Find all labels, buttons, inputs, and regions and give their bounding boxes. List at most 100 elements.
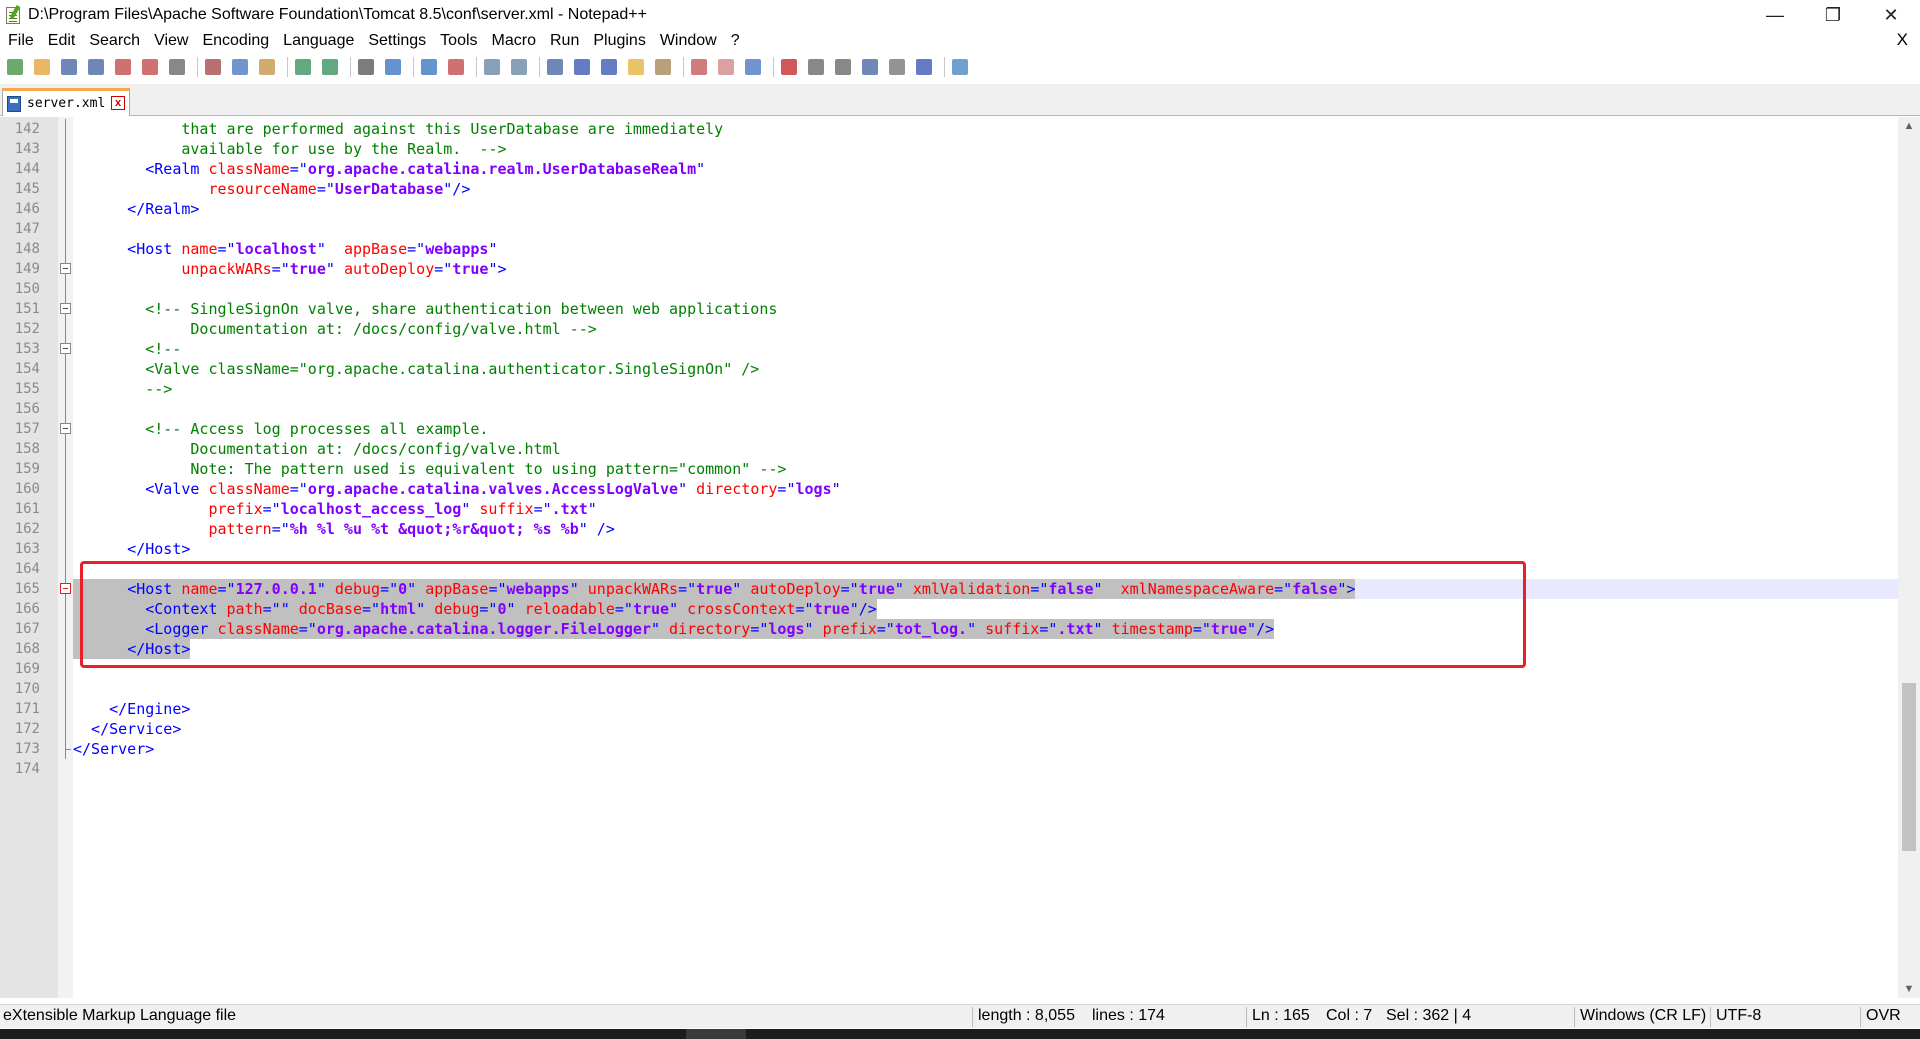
status-divider [972, 1007, 973, 1027]
menu-encoding[interactable]: Encoding [194, 32, 275, 50]
scrollbar-thumb[interactable] [1902, 683, 1916, 851]
menu-run[interactable]: Run [542, 32, 585, 50]
run-macro-multiple-icon[interactable] [859, 56, 881, 78]
status-eol[interactable]: Windows (CR LF) [1580, 1007, 1706, 1025]
code-line[interactable]: 162 pattern="%h %l %u %t &quot;%r&quot; … [0, 519, 1898, 539]
restore-button[interactable]: ❐ [1804, 0, 1862, 30]
code-line[interactable]: 156 [0, 399, 1898, 419]
code-token: org.apache.catalina.valves.AccessLogValv… [307, 480, 679, 498]
zoom-out-icon[interactable] [445, 56, 467, 78]
code-text: </Engine> [73, 699, 190, 719]
tab-server-xml[interactable]: server.xml x [2, 88, 130, 116]
status-insert-mode[interactable]: OVR [1866, 1007, 1901, 1025]
code-line[interactable]: 146 </Realm> [0, 199, 1898, 219]
redo-icon[interactable] [319, 56, 341, 78]
menu-plugins[interactable]: Plugins [585, 32, 651, 50]
spell-next-icon[interactable] [949, 56, 971, 78]
menu-macro[interactable]: Macro [484, 32, 542, 50]
code-line[interactable]: 153 <!-- [0, 339, 1898, 359]
print-icon[interactable] [166, 56, 188, 78]
sync-horizontal-icon[interactable] [508, 56, 530, 78]
code-line[interactable]: 174 [0, 759, 1898, 779]
close-icon[interactable] [112, 56, 134, 78]
menu-settings[interactable]: Settings [360, 32, 432, 50]
code-line[interactable]: 143 available for use by the Realm. --> [0, 139, 1898, 159]
code-line[interactable]: 151 <!-- SingleSignOn valve, share authe… [0, 299, 1898, 319]
replace-icon[interactable] [382, 56, 404, 78]
menu-view[interactable]: View [146, 32, 194, 50]
code-line[interactable]: 144 <Realm className="org.apache.catalin… [0, 159, 1898, 179]
code-line[interactable]: 170 [0, 679, 1898, 699]
word-wrap-icon[interactable] [544, 56, 566, 78]
code-line[interactable]: 149 unpackWARs="true" autoDeploy="true"> [0, 259, 1898, 279]
vertical-scrollbar[interactable]: ▲ ▼ [1898, 117, 1920, 998]
user-lang-icon[interactable] [625, 56, 647, 78]
open-file-icon[interactable] [31, 56, 53, 78]
editor-area[interactable]: 142 that are performed against this User… [0, 117, 1898, 998]
close-document-button[interactable]: X [1897, 30, 1908, 50]
stop-macro-icon[interactable] [805, 56, 827, 78]
close-window-button[interactable]: ✕ [1862, 0, 1920, 30]
code-line[interactable]: 155 --> [0, 379, 1898, 399]
code-line[interactable]: 160 <Valve className="org.apache.catalin… [0, 479, 1898, 499]
paste-icon[interactable] [256, 56, 278, 78]
copy-icon[interactable] [229, 56, 251, 78]
cut-icon[interactable] [202, 56, 224, 78]
fold-toggle-icon[interactable] [60, 303, 71, 314]
function-list-icon[interactable] [688, 56, 710, 78]
menu-tools[interactable]: Tools [432, 32, 483, 50]
undo-icon[interactable] [292, 56, 314, 78]
line-number: 160 [14, 481, 40, 497]
menu-window[interactable]: Window [652, 32, 723, 50]
show-all-chars-icon[interactable] [571, 56, 593, 78]
code-line[interactable]: 158 Documentation at: /docs/config/valve… [0, 439, 1898, 459]
code-line[interactable]: 163 </Host> [0, 539, 1898, 559]
minimize-button[interactable]: — [1746, 0, 1804, 30]
code-line[interactable]: 172 </Service> [0, 719, 1898, 739]
close-all-icon[interactable] [139, 56, 161, 78]
code-token: =" [434, 260, 453, 278]
fold-toggle-icon[interactable] [60, 343, 71, 354]
zoom-in-icon[interactable] [418, 56, 440, 78]
code-line[interactable]: 161 prefix="localhost_access_log" suffix… [0, 499, 1898, 519]
sync-vertical-icon[interactable] [481, 56, 503, 78]
code-line[interactable]: 171 </Engine> [0, 699, 1898, 719]
indent-guide-icon[interactable] [598, 56, 620, 78]
code-line[interactable]: 173 </Server> [0, 739, 1898, 759]
code-line[interactable]: 154 <Valve className="org.apache.catalin… [0, 359, 1898, 379]
scroll-down-arrow-icon[interactable]: ▼ [1898, 980, 1920, 998]
new-file-icon[interactable] [4, 56, 26, 78]
fold-toggle-icon[interactable] [60, 423, 71, 434]
menu-language[interactable]: Language [275, 32, 360, 50]
fold-toggle-icon[interactable] [60, 263, 71, 274]
play-macro-icon[interactable] [832, 56, 854, 78]
code-line[interactable]: 142 that are performed against this User… [0, 119, 1898, 139]
monitoring-icon[interactable] [742, 56, 764, 78]
menu-help[interactable]: ? [723, 32, 746, 50]
find-icon[interactable] [355, 56, 377, 78]
code-token: <Valve [73, 480, 209, 498]
title-bar: D:\Program Files\Apache Software Foundat… [0, 0, 1920, 30]
line-number: 167 [14, 621, 40, 637]
code-line[interactable]: 145 resourceName="UserDatabase"/> [0, 179, 1898, 199]
status-encoding[interactable]: UTF-8 [1716, 1007, 1761, 1025]
folder-workspace-icon[interactable] [715, 56, 737, 78]
save-all-icon[interactable] [85, 56, 107, 78]
fold-toggle-icon[interactable] [60, 583, 71, 594]
menu-file[interactable]: File [0, 32, 40, 50]
doc-map-icon[interactable] [652, 56, 674, 78]
code-line[interactable]: 148 <Host name="localhost" appBase="weba… [0, 239, 1898, 259]
menu-edit[interactable]: Edit [40, 32, 82, 50]
record-macro-icon[interactable] [778, 56, 800, 78]
code-line[interactable]: 150 [0, 279, 1898, 299]
menu-search[interactable]: Search [81, 32, 146, 50]
code-line[interactable]: 159 Note: The pattern used is equivalent… [0, 459, 1898, 479]
save-macro-icon[interactable] [886, 56, 908, 78]
code-line[interactable]: 152 Documentation at: /docs/config/valve… [0, 319, 1898, 339]
code-line[interactable]: 157 <!-- Access log processes all exampl… [0, 419, 1898, 439]
save-icon[interactable] [58, 56, 80, 78]
spell-check-icon[interactable] [913, 56, 935, 78]
code-line[interactable]: 147 [0, 219, 1898, 239]
tab-close-icon[interactable]: x [111, 96, 125, 110]
scroll-up-arrow-icon[interactable]: ▲ [1898, 117, 1920, 135]
